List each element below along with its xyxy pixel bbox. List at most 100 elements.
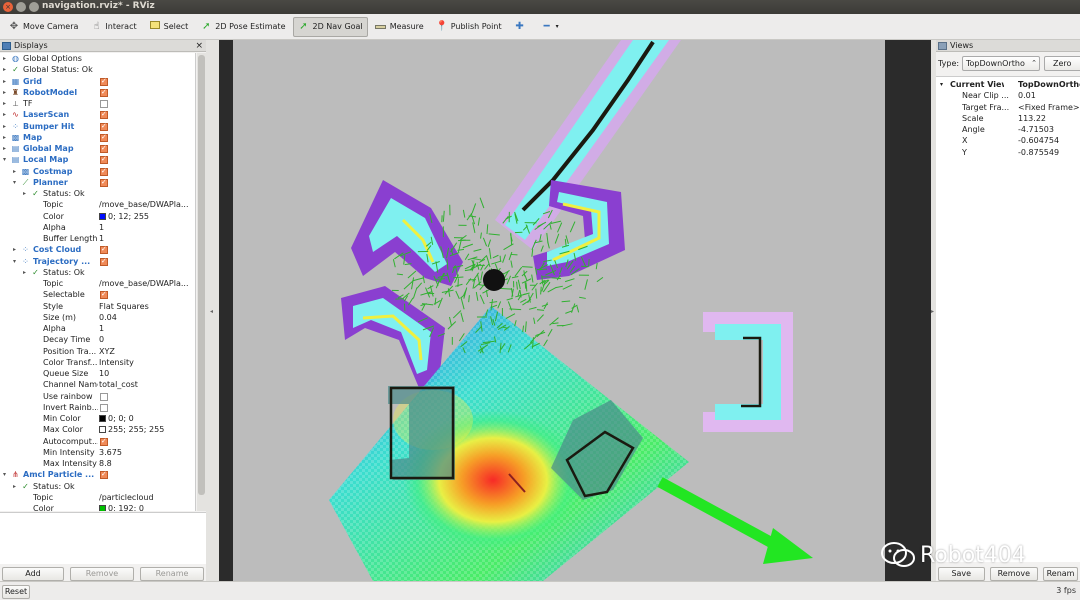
- display-tree-row[interactable]: Queue Size 10: [0, 368, 195, 379]
- nav-goal-tool[interactable]: ➚ 2D Nav Goal: [292, 16, 368, 37]
- chevron-right-icon[interactable]: ▸: [3, 64, 6, 75]
- chevron-right-icon[interactable]: ▸: [3, 143, 6, 154]
- enable-checkbox[interactable]: [100, 392, 108, 401]
- reset-button[interactable]: Reset: [2, 585, 30, 599]
- display-tree-row[interactable]: Alpha 1: [0, 323, 195, 334]
- display-tree-row[interactable]: ▸ ⁘ Cost Cloud: [0, 244, 195, 255]
- display-tree-row[interactable]: ▸ ∿ LaserScan: [0, 109, 195, 120]
- interact-tool[interactable]: ☝ Interact: [85, 17, 141, 37]
- chevron-down-icon[interactable]: ▾: [3, 469, 6, 480]
- scrollbar-thumb[interactable]: [198, 55, 205, 495]
- enable-checkbox[interactable]: [100, 256, 108, 267]
- display-tree-row[interactable]: Buffer Length 1: [0, 233, 195, 244]
- add-tool-button[interactable]: ✚: [509, 17, 534, 37]
- remove-tool-button[interactable]: ━ ▾: [536, 17, 564, 37]
- display-tree-row[interactable]: Invert Rainb...: [0, 402, 195, 413]
- display-tree-row[interactable]: ▸ ✓ Status: Ok: [0, 267, 195, 278]
- display-tree-row[interactable]: Color 0; 192; 0: [0, 503, 195, 511]
- enable-checkbox[interactable]: [100, 244, 108, 255]
- enable-checkbox[interactable]: [100, 289, 108, 300]
- display-tree-row[interactable]: Color Transf... Intensity: [0, 357, 195, 368]
- display-tree-row[interactable]: ▾ ⁘ Trajectory ...: [0, 256, 195, 267]
- display-tree-row[interactable]: Channel Name total_cost: [0, 379, 195, 390]
- rename-view-button[interactable]: Renam: [1043, 567, 1078, 581]
- display-tree-row[interactable]: Decay Time 0: [0, 334, 195, 345]
- chevron-right-icon[interactable]: ▸: [13, 481, 16, 492]
- property-value[interactable]: 1: [99, 323, 195, 334]
- enable-checkbox[interactable]: [100, 166, 108, 177]
- property-value[interactable]: 0; 0; 0: [99, 413, 195, 424]
- map-render[interactable]: [233, 40, 885, 581]
- display-tree-row[interactable]: Color 0; 12; 255: [0, 211, 195, 222]
- enable-checkbox[interactable]: [100, 154, 108, 165]
- view-property-row[interactable]: Target Fra... <Fixed Frame>: [936, 102, 1080, 113]
- property-value[interactable]: 0; 192; 0: [99, 503, 195, 511]
- display-tree-row[interactable]: Size (m) 0.04: [0, 312, 195, 323]
- chevron-right-icon[interactable]: ▸: [3, 132, 6, 143]
- view-properties[interactable]: ▾ Current View TopDownOrtho Near Clip ..…: [936, 76, 1080, 562]
- chevron-right-icon[interactable]: ▸: [3, 98, 6, 109]
- display-tree-row[interactable]: ▸ ▤ Global Map: [0, 143, 195, 154]
- display-tree-row[interactable]: Topic/move_base/DWAPla...: [0, 199, 195, 210]
- display-tree-row[interactable]: ▸ ✓ Status: Ok: [0, 188, 195, 199]
- left-splitter[interactable]: ◂: [206, 40, 219, 588]
- view-property-row[interactable]: Scale 113.22: [936, 113, 1080, 124]
- display-tree-row[interactable]: Topic/move_base/DWAPla...: [0, 278, 195, 289]
- property-value[interactable]: /particlecloud: [99, 492, 195, 503]
- enable-checkbox[interactable]: [100, 109, 108, 120]
- display-tree-row[interactable]: ▸ ▩ Costmap: [0, 166, 195, 177]
- chevron-right-icon[interactable]: ▸: [13, 166, 16, 177]
- enable-checkbox[interactable]: [100, 403, 108, 412]
- display-tree-row[interactable]: ▸ ✓ Global Status: Ok: [0, 64, 195, 75]
- chevron-down-icon[interactable]: ▾: [940, 79, 943, 90]
- enable-checkbox[interactable]: [100, 100, 108, 108]
- add-display-button[interactable]: Add: [2, 567, 64, 581]
- display-tree-row[interactable]: ▸ ⟂ TF: [0, 98, 195, 109]
- view-type-select[interactable]: TopDownOrtho: [962, 56, 1040, 71]
- view-property-row[interactable]: Angle -4.71503: [936, 124, 1080, 135]
- display-tree-row[interactable]: Style Flat Squares: [0, 301, 195, 312]
- enable-checkbox[interactable]: [100, 177, 108, 188]
- property-value[interactable]: 1: [99, 233, 195, 244]
- display-tree-row[interactable]: Autocomput...: [0, 436, 195, 447]
- chevron-right-icon[interactable]: ▸: [3, 109, 6, 120]
- display-tree-row[interactable]: Min Intensity 3.675: [0, 447, 195, 458]
- window-close-button[interactable]: ×: [3, 2, 13, 12]
- enable-checkbox[interactable]: [100, 76, 108, 87]
- enable-checkbox[interactable]: [100, 132, 108, 143]
- pose-estimate-tool[interactable]: ➚ 2D Pose Estimate: [195, 17, 290, 37]
- view-property-row[interactable]: X -0.604754: [936, 135, 1080, 146]
- property-value[interactable]: 255; 255; 255: [99, 424, 195, 435]
- measure-tool[interactable]: Measure: [370, 17, 429, 37]
- property-value[interactable]: 8.8: [99, 458, 195, 469]
- close-icon[interactable]: ×: [195, 40, 203, 52]
- enable-checkbox[interactable]: [100, 121, 108, 132]
- displays-scrollbar[interactable]: [197, 53, 206, 511]
- chevron-right-icon[interactable]: ▸: [3, 76, 6, 87]
- display-tree-row[interactable]: ▾ ⋔ Amcl Particle ...: [0, 469, 195, 480]
- move-camera-tool[interactable]: ✥ Move Camera: [3, 17, 83, 37]
- display-tree-row[interactable]: ▾ ▤ Local Map: [0, 154, 195, 165]
- property-value[interactable]: 3.675: [99, 447, 195, 458]
- view-property-row[interactable]: Near Clip ... 0.01: [936, 90, 1080, 101]
- display-tree-row[interactable]: Topic/particlecloud: [0, 492, 195, 503]
- chevron-down-icon[interactable]: ▾: [13, 256, 16, 267]
- display-tree-row[interactable]: ▸ ◍ Global Options: [0, 53, 195, 64]
- display-tree-row[interactable]: Alpha 1: [0, 222, 195, 233]
- enable-checkbox[interactable]: [100, 143, 108, 154]
- render-viewport[interactable]: [219, 40, 931, 581]
- rename-display-button[interactable]: Rename: [140, 567, 204, 581]
- chevron-down-icon[interactable]: ▾: [13, 177, 16, 188]
- property-value[interactable]: 0.04: [99, 312, 195, 323]
- displays-tree[interactable]: ▸ ◍ Global Options ▸ ✓ Global Status: Ok ▸ ▦ Gri…: [0, 53, 196, 511]
- display-tree-row[interactable]: Max Color 255; 255; 255: [0, 424, 195, 435]
- property-value[interactable]: Flat Squares: [99, 301, 195, 312]
- zero-button[interactable]: Zero: [1044, 56, 1080, 71]
- property-value[interactable]: 0; 12; 255: [99, 211, 195, 222]
- display-tree-row[interactable]: Min Color 0; 0; 0: [0, 413, 195, 424]
- property-value[interactable]: /move_base/DWAPla...: [99, 199, 195, 210]
- property-value[interactable]: Intensity: [99, 357, 195, 368]
- property-value[interactable]: 10: [99, 368, 195, 379]
- chevron-right-icon[interactable]: ▸: [13, 244, 16, 255]
- display-tree-row[interactable]: Use rainbow: [0, 391, 195, 402]
